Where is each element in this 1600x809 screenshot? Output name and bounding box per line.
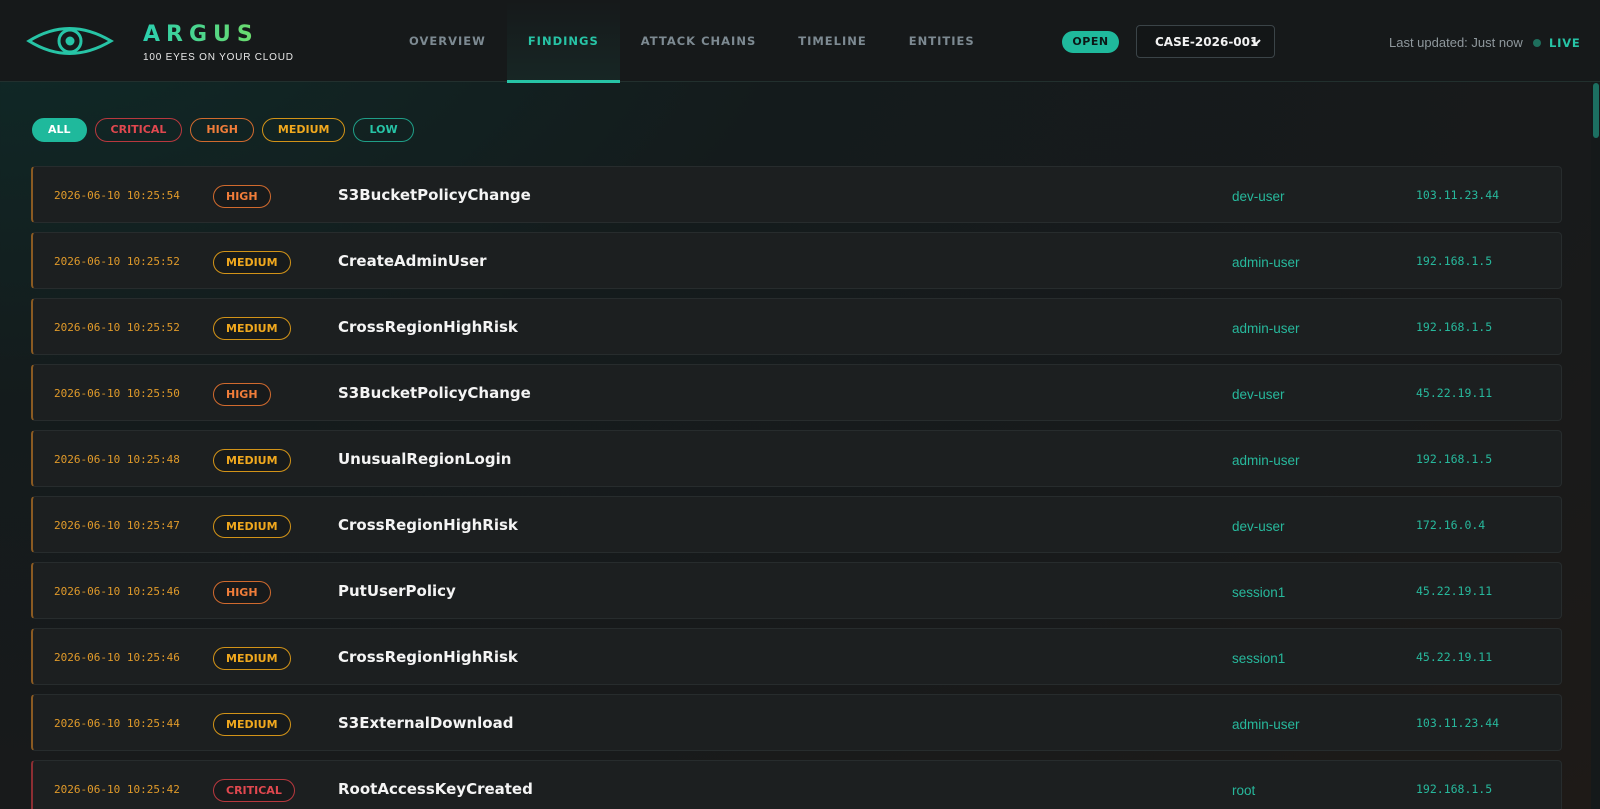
case-status-badge: OPEN — [1062, 31, 1119, 53]
finding-timestamp: 2026-06-10 10:25:50 — [54, 387, 180, 400]
finding-row[interactable]: 2026-06-10 10:25:46 MEDIUM CrossRegionHi… — [31, 628, 1562, 685]
finding-event: S3BucketPolicyChange — [338, 384, 531, 402]
finding-event: CreateAdminUser — [338, 252, 487, 270]
finding-timestamp: 2026-06-10 10:25:44 — [54, 717, 180, 730]
severity-badge: MEDIUM — [213, 251, 291, 274]
tab-entities[interactable]: ENTITIES — [888, 0, 996, 82]
finding-ip: 45.22.19.11 — [1416, 650, 1493, 664]
finding-row[interactable]: 2026-06-10 10:25:50 HIGH S3BucketPolicyC… — [31, 364, 1562, 421]
finding-ip: 103.11.23.44 — [1416, 188, 1500, 202]
main-nav: OVERVIEW FINDINGS ATTACK CHAINS TIMELINE… — [388, 0, 996, 83]
finding-timestamp: 2026-06-10 10:25:52 — [54, 321, 180, 334]
filter-low[interactable]: LOW — [353, 118, 414, 142]
finding-user: admin-user — [1232, 453, 1300, 468]
findings-list: 2026-06-10 10:25:54 HIGH S3BucketPolicyC… — [31, 166, 1562, 809]
finding-timestamp: 2026-06-10 10:25:47 — [54, 519, 180, 532]
finding-event: UnusualRegionLogin — [338, 450, 512, 468]
filter-medium[interactable]: MEDIUM — [261, 118, 346, 142]
finding-user: session1 — [1232, 651, 1286, 666]
eye-icon — [26, 27, 114, 55]
finding-timestamp: 2026-06-10 10:25:48 — [54, 453, 180, 466]
finding-timestamp: 2026-06-10 10:25:54 — [54, 189, 180, 202]
finding-user: root — [1232, 783, 1256, 798]
app-tagline: 100 EYES ON YOUR CLOUD — [143, 52, 294, 63]
severity-badge: MEDIUM — [213, 317, 291, 340]
severity-badge: HIGH — [213, 581, 271, 604]
finding-user: dev-user — [1232, 519, 1285, 534]
last-updated-text: Last updated: Just now — [1389, 35, 1523, 50]
finding-user: session1 — [1232, 585, 1286, 600]
finding-timestamp: 2026-06-10 10:25:46 — [54, 651, 180, 664]
case-selector[interactable]: CASE-2026-001 — [1136, 25, 1275, 58]
finding-user: dev-user — [1232, 387, 1285, 402]
live-indicator: LIVE — [1549, 36, 1581, 50]
filter-high[interactable]: HIGH — [190, 118, 254, 142]
severity-filter-bar: ALL CRITICAL HIGH MEDIUM LOW — [32, 118, 414, 142]
app-title: ARGUS — [143, 22, 259, 47]
finding-timestamp: 2026-06-10 10:25:42 — [54, 783, 180, 796]
severity-badge: HIGH — [213, 185, 271, 208]
finding-event: RootAccessKeyCreated — [338, 780, 533, 798]
finding-ip: 192.168.1.5 — [1416, 782, 1493, 796]
filter-all[interactable]: ALL — [32, 118, 87, 142]
finding-row[interactable]: 2026-06-10 10:25:47 MEDIUM CrossRegionHi… — [31, 496, 1562, 553]
filter-critical[interactable]: CRITICAL — [94, 118, 183, 142]
finding-event: PutUserPolicy — [338, 582, 456, 600]
chevron-down-icon — [1251, 39, 1261, 46]
live-status-icon — [1533, 39, 1541, 47]
severity-badge: MEDIUM — [213, 515, 291, 538]
finding-ip: 103.11.23.44 — [1416, 716, 1500, 730]
finding-user: dev-user — [1232, 189, 1285, 204]
finding-ip: 192.168.1.5 — [1416, 254, 1493, 268]
scrollbar-thumb[interactable] — [1593, 83, 1599, 138]
severity-badge: MEDIUM — [213, 713, 291, 736]
finding-event: CrossRegionHighRisk — [338, 318, 518, 336]
finding-ip: 172.16.0.4 — [1416, 518, 1486, 532]
finding-ip: 192.168.1.5 — [1416, 452, 1493, 466]
scrollbar-track[interactable] — [1591, 82, 1600, 809]
finding-ip: 45.22.19.11 — [1416, 386, 1493, 400]
finding-row[interactable]: 2026-06-10 10:25:46 HIGH PutUserPolicy s… — [31, 562, 1562, 619]
finding-event: S3ExternalDownload — [338, 714, 514, 732]
finding-row[interactable]: 2026-06-10 10:25:52 MEDIUM CreateAdminUs… — [31, 232, 1562, 289]
finding-user: admin-user — [1232, 717, 1300, 732]
finding-timestamp: 2026-06-10 10:25:46 — [54, 585, 180, 598]
finding-user: admin-user — [1232, 255, 1300, 270]
tab-attack-chains[interactable]: ATTACK CHAINS — [620, 0, 777, 82]
finding-timestamp: 2026-06-10 10:25:52 — [54, 255, 180, 268]
tab-findings[interactable]: FINDINGS — [506, 0, 620, 83]
tab-timeline[interactable]: TIMELINE — [777, 0, 888, 82]
severity-badge: HIGH — [213, 383, 271, 406]
severity-badge: MEDIUM — [213, 449, 291, 472]
severity-badge: MEDIUM — [213, 647, 291, 670]
finding-row[interactable]: 2026-06-10 10:25:48 MEDIUM UnusualRegion… — [31, 430, 1562, 487]
app-header: ARGUS 100 EYES ON YOUR CLOUD OVERVIEW FI… — [0, 0, 1600, 83]
tab-overview[interactable]: OVERVIEW — [388, 0, 507, 82]
severity-badge: CRITICAL — [213, 779, 295, 802]
finding-row[interactable]: 2026-06-10 10:25:44 MEDIUM S3ExternalDow… — [31, 694, 1562, 751]
finding-ip: 192.168.1.5 — [1416, 320, 1493, 334]
finding-row[interactable]: 2026-06-10 10:25:54 HIGH S3BucketPolicyC… — [31, 166, 1562, 223]
case-selector-value: CASE-2026-001 — [1155, 35, 1259, 49]
finding-event: CrossRegionHighRisk — [338, 648, 518, 666]
finding-user: admin-user — [1232, 321, 1300, 336]
finding-ip: 45.22.19.11 — [1416, 584, 1493, 598]
finding-row[interactable]: 2026-06-10 10:25:42 CRITICAL RootAccessK… — [31, 760, 1562, 809]
finding-event: S3BucketPolicyChange — [338, 186, 531, 204]
finding-row[interactable]: 2026-06-10 10:25:52 MEDIUM CrossRegionHi… — [31, 298, 1562, 355]
finding-event: CrossRegionHighRisk — [338, 516, 518, 534]
